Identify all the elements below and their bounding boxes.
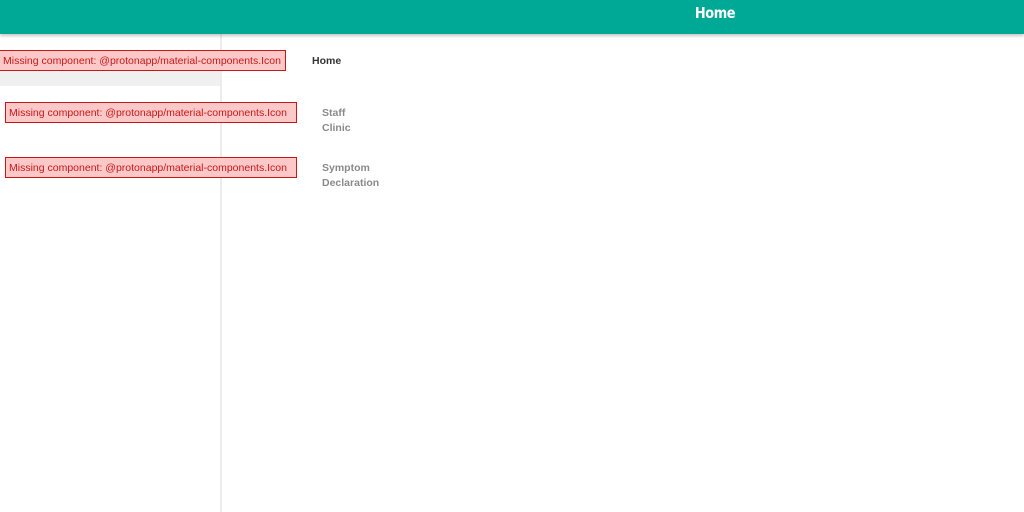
app-root: Home Missing component: @protonapp/mater…: [0, 0, 1024, 512]
missing-icon-home: Missing component: @protonapp/material-c…: [0, 50, 286, 71]
nav-label-home[interactable]: Home: [312, 54, 341, 69]
page-title: Home: [694, 4, 736, 22]
missing-icon-symptom-declaration: Missing component: @protonapp/material-c…: [5, 157, 297, 178]
missing-icon-staff-clinic: Missing component: @protonapp/material-c…: [5, 102, 297, 123]
app-bar: Home: [0, 0, 1024, 34]
nav-label-symptom-declaration[interactable]: Symptom Declaration: [322, 161, 379, 190]
nav-label-staff-clinic[interactable]: Staff Clinic: [322, 106, 351, 135]
